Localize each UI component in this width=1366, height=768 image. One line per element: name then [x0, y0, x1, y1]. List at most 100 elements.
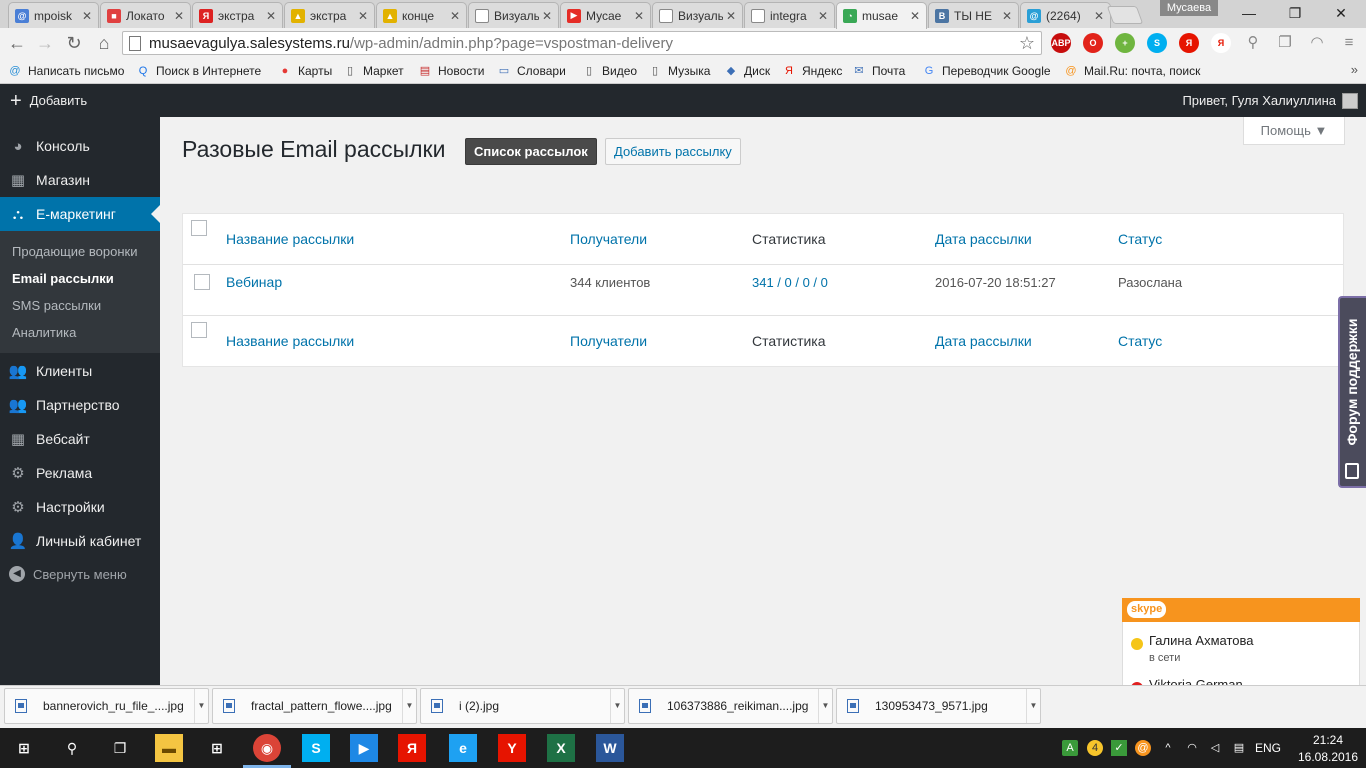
download-menu-icon[interactable]: ▼	[1026, 689, 1040, 723]
sidebar-menu-item[interactable]: 👥 Клиенты	[0, 354, 160, 388]
word-icon[interactable]: W	[596, 734, 624, 762]
statistics-link[interactable]: 341 / 0 / 0 / 0	[752, 275, 828, 290]
bookmark-item[interactable]: ◆ Диск	[724, 62, 770, 80]
download-item[interactable]: i (2).jpg ▼	[420, 688, 625, 724]
help-tab[interactable]: Помощь ▼	[1243, 117, 1345, 145]
close-tab-icon[interactable]: ✕	[542, 9, 552, 23]
maximize-button[interactable]: ❐	[1272, 0, 1318, 26]
yandex-browser-icon[interactable]: Y	[498, 734, 526, 762]
green-plus-icon[interactable]: +	[1115, 33, 1135, 53]
column-recipients-footer[interactable]: Получатели	[570, 333, 647, 349]
browser-tab[interactable]: Визуальн✕	[468, 2, 559, 28]
bookmark-item[interactable]: ▯ Видео	[582, 62, 637, 80]
bookmark-item[interactable]: Я Яндекс	[782, 62, 842, 80]
browser-tab[interactable]: ▶ Мусае ✕	[560, 2, 651, 28]
language-indicator[interactable]: ENG	[1255, 741, 1281, 755]
close-tab-icon[interactable]: ✕	[82, 9, 92, 23]
star-icon[interactable]: ☆	[1019, 32, 1035, 54]
action-center-icon[interactable]: ▤	[1231, 740, 1247, 756]
tray-notify-icon[interactable]: 4	[1087, 740, 1103, 756]
task-view-icon[interactable]: ❐	[106, 734, 134, 762]
bookmark-item[interactable]: G Переводчик Google	[922, 62, 1051, 80]
tray-check-icon[interactable]: ✓	[1111, 740, 1127, 756]
collapse-menu-button[interactable]: ◀ Свернуть меню	[9, 566, 127, 582]
download-item[interactable]: fractal_pattern_flowe....jpg ▼	[212, 688, 417, 724]
close-tab-icon[interactable]: ✕	[634, 9, 644, 23]
bookmark-icon[interactable]: ❐	[1275, 33, 1295, 53]
skype-contact-name[interactable]: Галина Ахматова	[1149, 633, 1254, 648]
excel-icon[interactable]: X	[547, 734, 575, 762]
close-tab-icon[interactable]: ✕	[910, 9, 920, 23]
user-greeting[interactable]: Привет, Гуля Халиуллина	[1182, 84, 1336, 117]
close-tab-icon[interactable]: ✕	[818, 9, 828, 23]
submenu-item[interactable]: Продающие воронки	[12, 244, 137, 259]
sidebar-menu-item[interactable]: 👥 Партнерство	[0, 388, 160, 422]
menu-icon[interactable]: ≡	[1339, 33, 1359, 53]
bookmark-item[interactable]: Q Поиск в Интернете	[136, 62, 261, 80]
bookmark-item[interactable]: @ Написать письмо	[8, 62, 124, 80]
yandex-small-icon[interactable]: Я	[1211, 33, 1231, 53]
column-status[interactable]: Статус	[1118, 231, 1162, 247]
close-tab-icon[interactable]: ✕	[358, 9, 368, 23]
start-icon[interactable]: ⊞	[10, 734, 38, 762]
bookmark-item[interactable]: @ Mail.Ru: почта, поиск	[1064, 62, 1200, 80]
browser-tab[interactable]: @ (2264) ✕	[1020, 2, 1111, 28]
skype-task-icon[interactable]: S	[302, 734, 330, 762]
reload-icon[interactable]: ↻	[63, 32, 85, 54]
browser-tab[interactable]: ◔ musae ✕	[836, 2, 927, 29]
mailing-name-link[interactable]: Вебинар	[226, 274, 282, 290]
download-item[interactable]: bannerovich_ru_file_....jpg ▼	[4, 688, 209, 724]
sidebar-menu-item[interactable]: ⚙ Реклама	[0, 456, 160, 490]
clock-time[interactable]: 21:24	[1300, 733, 1356, 747]
browser-tab[interactable]: Яэкстра ✕	[192, 2, 283, 28]
opera-icon[interactable]: O	[1083, 33, 1103, 53]
column-recipients[interactable]: Получатели	[570, 231, 647, 247]
wifi-icon[interactable]: ◠	[1184, 740, 1200, 756]
browser-tab[interactable]: @ mpoisk ✕	[8, 2, 99, 28]
row-checkbox[interactable]	[194, 274, 210, 290]
forward-icon[interactable]: →	[34, 32, 56, 54]
bookmark-item[interactable]: ▭ Словари	[497, 62, 566, 80]
player-icon[interactable]: ▶	[350, 734, 378, 762]
sidebar-menu-item[interactable]: 👤 Личный кабинет	[0, 524, 160, 558]
bookmark-item[interactable]: ▯ Маркет	[343, 62, 404, 80]
minimize-button[interactable]: —	[1226, 0, 1272, 26]
tray-up-icon[interactable]: ^	[1160, 740, 1176, 756]
column-status-footer[interactable]: Статус	[1118, 333, 1162, 349]
adblock-icon[interactable]: ABP	[1051, 33, 1071, 53]
download-menu-icon[interactable]: ▼	[818, 689, 832, 723]
bookmarks-more-icon[interactable]: »	[1351, 62, 1358, 77]
explorer-icon[interactable]: ▬	[155, 734, 183, 762]
new-tab-button[interactable]	[1106, 6, 1144, 24]
sidebar-menu-item[interactable]: ⚙ Настройки	[0, 490, 160, 524]
browser-tab[interactable]: integra ✕	[744, 2, 835, 28]
store-icon[interactable]: ⊞	[203, 734, 231, 762]
chrome-icon[interactable]: ◉	[253, 734, 281, 762]
submenu-item[interactable]: Аналитика	[12, 325, 76, 340]
skype-icon[interactable]: S	[1147, 33, 1167, 53]
yandex-icon[interactable]: Я	[1179, 33, 1199, 53]
download-item[interactable]: 130953473_9571.jpg ▼	[836, 688, 1041, 724]
select-all-checkbox-bottom[interactable]	[191, 322, 207, 338]
browser-tab[interactable]: В ТЫ НЕ ✕	[928, 2, 1019, 28]
avatar[interactable]	[1342, 93, 1358, 109]
browser-tab[interactable]: ▲ экстра ✕	[284, 2, 375, 28]
sidebar-menu-item[interactable]: ▦ Вебсайт	[0, 422, 160, 456]
column-date[interactable]: Дата рассылки	[935, 231, 1032, 247]
volume-icon[interactable]: ◁	[1207, 740, 1223, 756]
bookmark-item[interactable]: ● Карты	[278, 62, 333, 80]
close-tab-icon[interactable]: ✕	[266, 9, 276, 23]
column-name-footer[interactable]: Название рассылки	[226, 333, 354, 349]
back-icon[interactable]: ←	[6, 32, 28, 54]
search-icon[interactable]: ⚲	[1243, 33, 1263, 53]
bookmark-item[interactable]: ▤ Новости	[418, 62, 485, 80]
close-tab-icon[interactable]: ✕	[450, 9, 460, 23]
close-tab-icon[interactable]: ✕	[726, 9, 736, 23]
sidebar-menu-item[interactable]: ⛬ E-маркетинг	[0, 197, 160, 231]
search-icon[interactable]: ⚲	[58, 734, 86, 762]
download-menu-icon[interactable]: ▼	[402, 689, 416, 723]
mailing-list-button[interactable]: Список рассылок	[465, 138, 597, 165]
submenu-item[interactable]: Email рассылки	[12, 271, 114, 286]
close-tab-icon[interactable]: ✕	[1002, 9, 1012, 23]
home-icon[interactable]: ⌂	[93, 32, 115, 54]
